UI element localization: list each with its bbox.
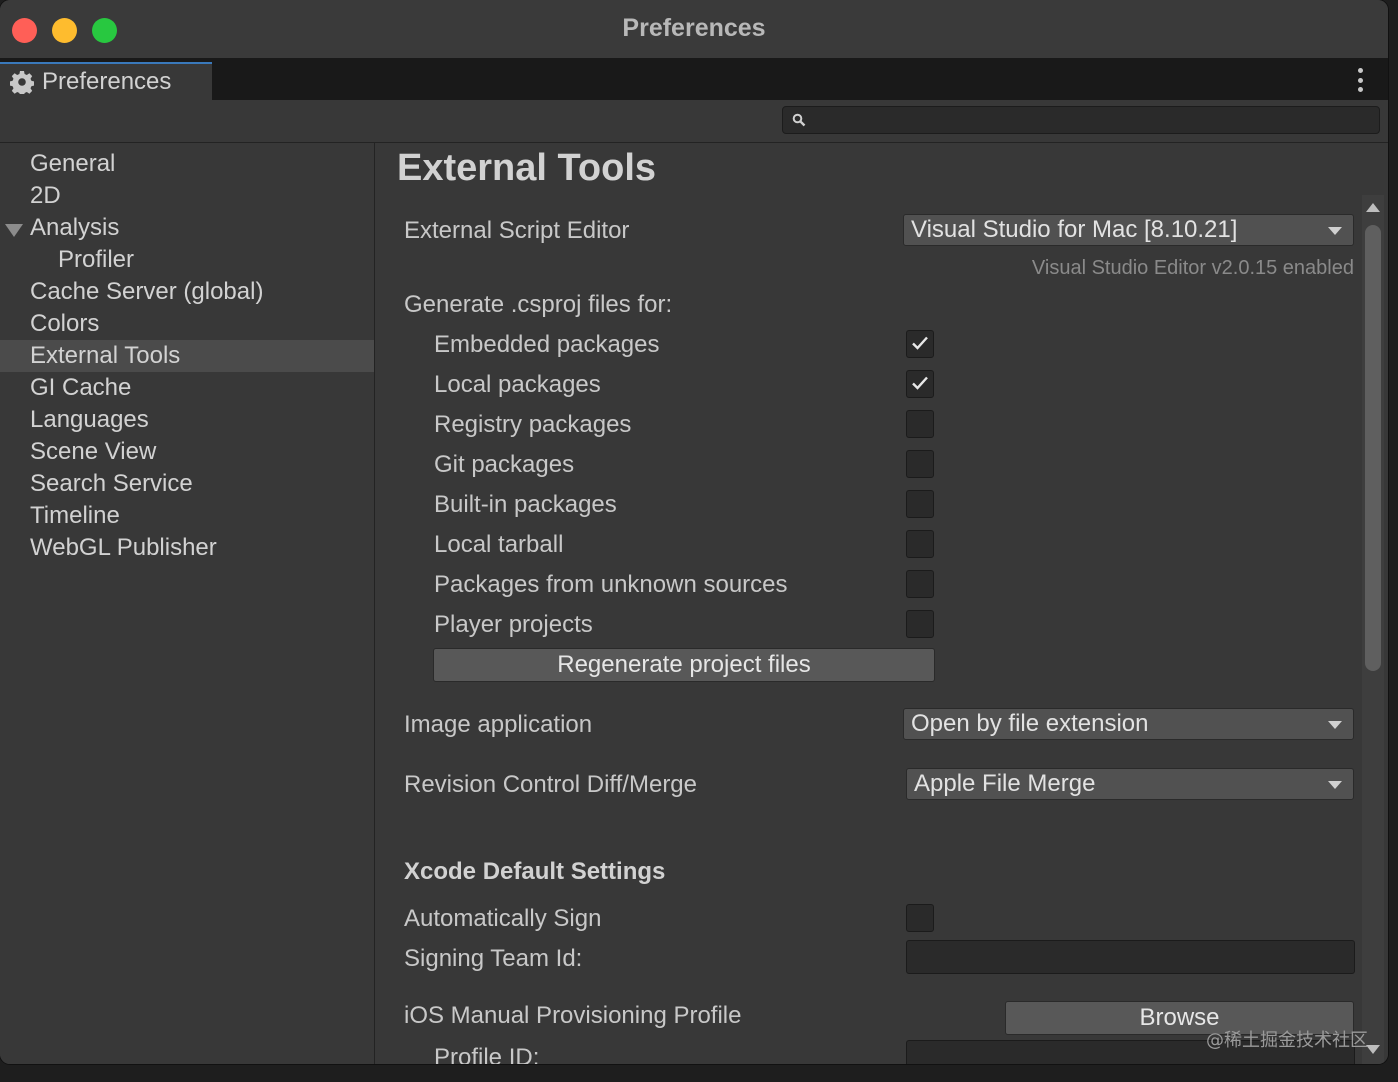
option-label: Local packages: [434, 371, 601, 398]
watermark-text: @稀土掘金技术社区: [1206, 1030, 1368, 1051]
sidebar-item-label: Scene View: [30, 438, 157, 465]
sidebar-item-external-tools[interactable]: External Tools: [0, 340, 374, 372]
registry-packages-checkbox[interactable]: [906, 410, 934, 438]
preferences-window: Preferences Preferences General 2D Analy…: [0, 0, 1388, 1064]
sidebar-item-gi-cache[interactable]: GI Cache: [0, 372, 374, 404]
image-app-value: Open by file extension: [911, 710, 1149, 737]
auto-sign-label: Automatically Sign: [404, 905, 602, 932]
tab-bar: Preferences: [0, 58, 1388, 100]
auto-sign-checkbox[interactable]: [906, 904, 934, 932]
script-editor-hint: Visual Studio Editor v2.0.15 enabled: [1031, 257, 1354, 279]
player-projects-checkbox[interactable]: [906, 610, 934, 638]
sidebar-item-analysis[interactable]: Analysis: [0, 212, 374, 244]
sidebar-item-search-service[interactable]: Search Service: [0, 468, 374, 500]
gear-icon: [10, 70, 34, 94]
search-input[interactable]: [813, 109, 1367, 133]
expand-triangle-icon[interactable]: [5, 224, 23, 237]
sidebar-item-label: Cache Server (global): [30, 278, 264, 305]
xcode-heading: Xcode Default Settings: [404, 858, 666, 885]
script-editor-dropdown[interactable]: Visual Studio for Mac [8.10.21]: [903, 214, 1354, 246]
local-packages-checkbox[interactable]: [906, 370, 934, 398]
option-label: Embedded packages: [434, 331, 660, 358]
image-app-label: Image application: [404, 711, 593, 738]
option-label: Built-in packages: [434, 491, 617, 518]
chevron-down-icon: [1328, 227, 1342, 235]
script-editor-label: External Script Editor: [404, 217, 630, 244]
option-label: Registry packages: [434, 411, 632, 438]
diff-merge-label: Revision Control Diff/Merge: [404, 771, 698, 798]
sidebar-item-languages[interactable]: Languages: [0, 404, 374, 436]
sidebar-item-label: GI Cache: [30, 374, 132, 401]
sidebar-item-cache-server[interactable]: Cache Server (global): [0, 276, 374, 308]
local-tarball-checkbox[interactable]: [906, 530, 934, 558]
sidebar-item-label: Languages: [30, 406, 149, 433]
search-row: [0, 100, 1388, 143]
sidebar-item-scene-view[interactable]: Scene View: [0, 436, 374, 468]
sidebar-item-profiler[interactable]: Profiler: [0, 244, 374, 276]
tab-preferences[interactable]: Preferences: [0, 62, 212, 100]
sidebar-item-label: Search Service: [30, 470, 193, 497]
checkmark-icon: [912, 376, 928, 390]
title-bar: Preferences: [0, 0, 1388, 58]
signing-team-label: Signing Team Id:: [404, 945, 583, 972]
csproj-heading: Generate .csproj files for:: [404, 291, 673, 318]
builtin-packages-checkbox[interactable]: [906, 490, 934, 518]
scroll-down-arrow-icon[interactable]: [1366, 1045, 1380, 1054]
sidebar-item-label: Timeline: [30, 502, 120, 529]
chevron-down-icon: [1328, 721, 1342, 729]
sidebar-item-general[interactable]: General: [0, 148, 374, 180]
settings-panel: External Tools External Script Editor Vi…: [375, 143, 1388, 1064]
image-app-dropdown[interactable]: Open by file extension: [903, 708, 1354, 740]
sidebar: General 2D Analysis Profiler Cache Serve…: [0, 143, 375, 1064]
diff-merge-dropdown[interactable]: Apple File Merge: [906, 768, 1354, 800]
tab-label: Preferences: [42, 68, 172, 95]
unknown-sources-checkbox[interactable]: [906, 570, 934, 598]
option-label: Player projects: [434, 611, 593, 638]
option-label: Local tarball: [434, 531, 564, 558]
profile-id-label: Profile ID:: [434, 1044, 540, 1064]
sidebar-item-timeline[interactable]: Timeline: [0, 500, 374, 532]
option-label: Packages from unknown sources: [434, 571, 788, 598]
sidebar-item-label: Colors: [30, 310, 100, 337]
chevron-down-icon: [1328, 781, 1342, 789]
scrollbar-thumb[interactable]: [1365, 225, 1381, 671]
diff-merge-value: Apple File Merge: [914, 770, 1096, 797]
ios-profile-label: iOS Manual Provisioning Profile: [404, 1002, 742, 1029]
regenerate-project-files-button[interactable]: Regenerate project files: [433, 648, 935, 682]
embedded-packages-checkbox[interactable]: [906, 330, 934, 358]
sidebar-item-colors[interactable]: Colors: [0, 308, 374, 340]
page-title: External Tools: [397, 147, 657, 189]
search-icon: [792, 113, 806, 132]
option-label: Git packages: [434, 451, 575, 478]
sidebar-item-label: WebGL Publisher: [30, 534, 217, 561]
sidebar-item-label: Analysis: [30, 214, 120, 241]
sidebar-item-label: External Tools: [30, 342, 181, 369]
sidebar-item-2d[interactable]: 2D: [0, 180, 374, 212]
scroll-up-arrow-icon[interactable]: [1366, 203, 1380, 212]
signing-team-field[interactable]: [906, 940, 1355, 974]
more-options-icon[interactable]: [1356, 68, 1364, 92]
vertical-scrollbar[interactable]: [1362, 195, 1384, 1064]
script-editor-value: Visual Studio for Mac [8.10.21]: [911, 216, 1238, 243]
git-packages-checkbox[interactable]: [906, 450, 934, 478]
sidebar-item-webgl-publisher[interactable]: WebGL Publisher: [0, 532, 374, 564]
sidebar-item-label: General: [30, 150, 116, 177]
window-title: Preferences: [622, 14, 766, 42]
checkmark-icon: [912, 336, 928, 350]
sidebar-item-label: 2D: [30, 182, 61, 209]
search-box[interactable]: [782, 106, 1380, 134]
sidebar-item-label: Profiler: [58, 246, 135, 273]
